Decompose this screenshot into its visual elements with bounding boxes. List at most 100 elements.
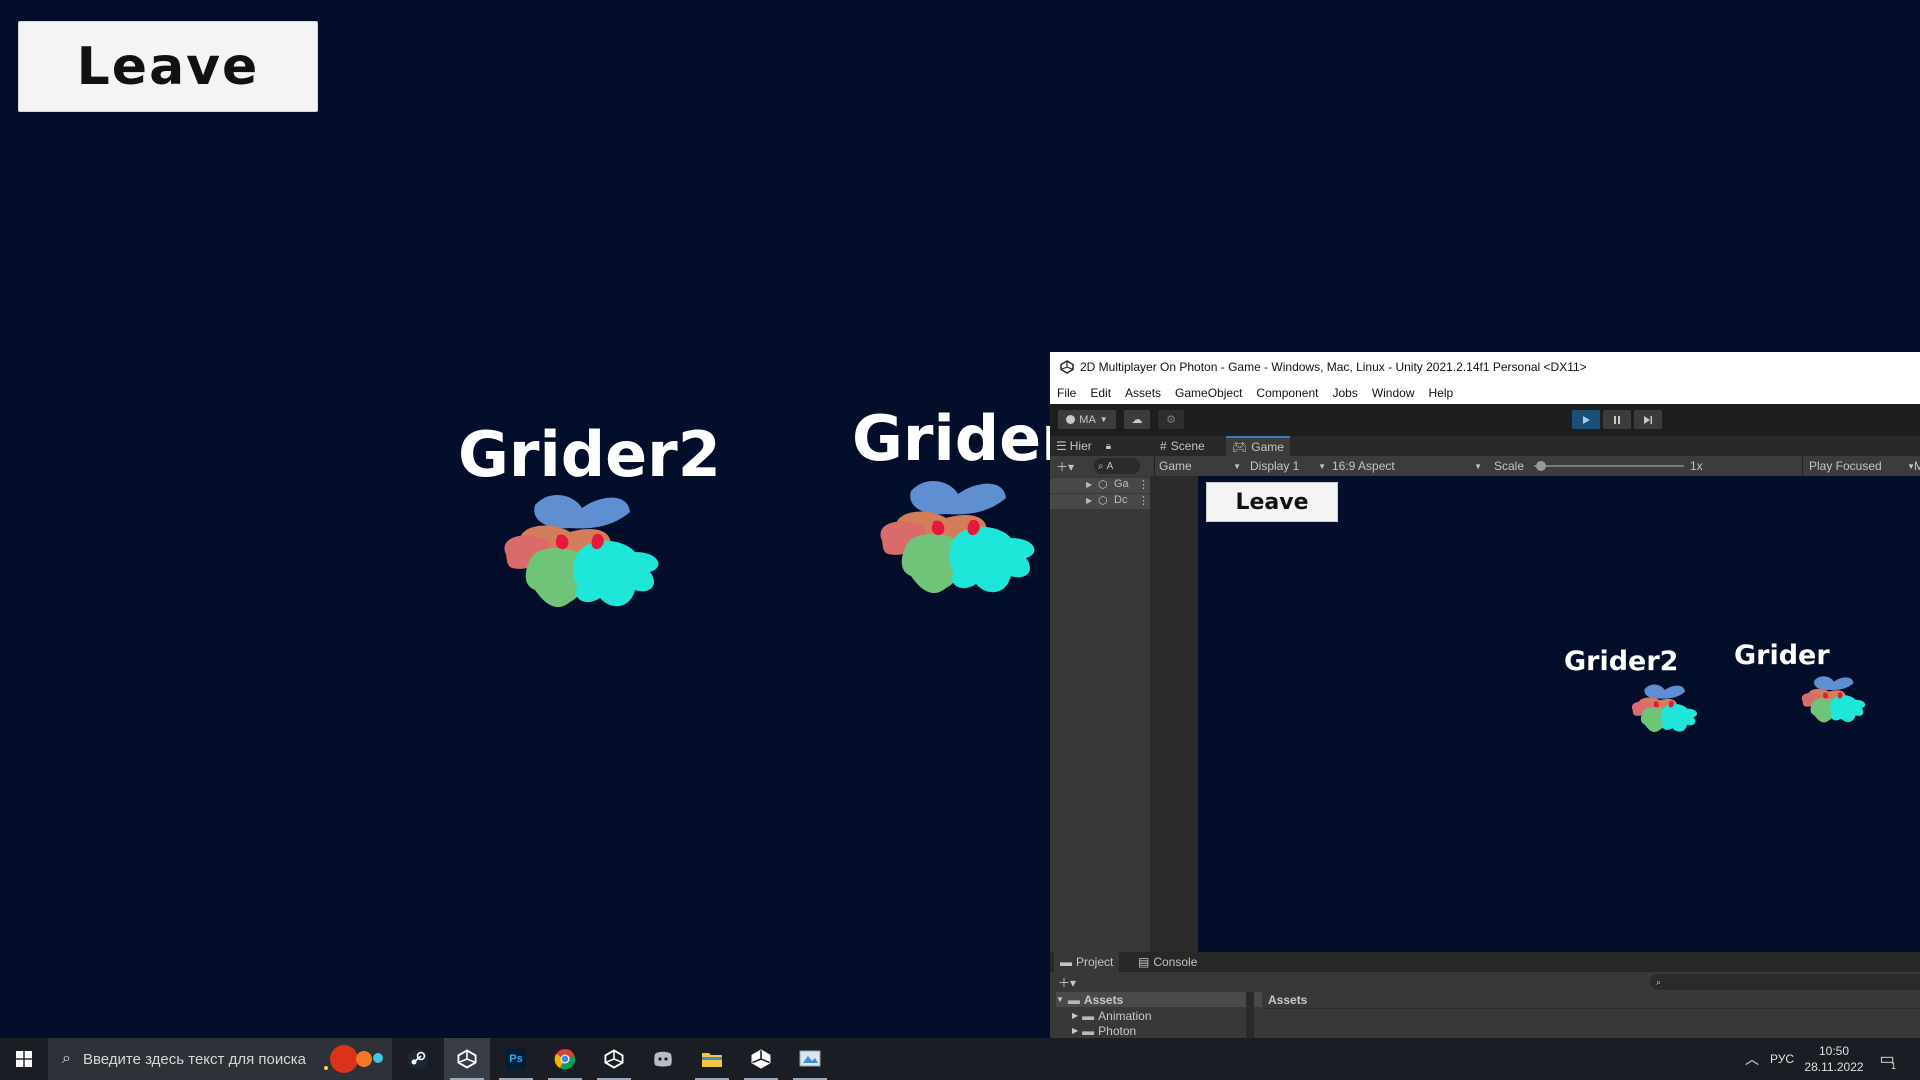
player-character-grider bbox=[880, 480, 1035, 594]
tab-hierarchy[interactable]: ☰ Hier 🔒︎ bbox=[1050, 436, 1152, 456]
game-mode-label: Game bbox=[1159, 459, 1192, 473]
more-icon[interactable]: ⋮ bbox=[1138, 478, 1149, 491]
game-mode-dropdown[interactable]: Game ▼ bbox=[1154, 456, 1247, 476]
pause-button[interactable] bbox=[1603, 410, 1631, 429]
account-icon bbox=[1066, 415, 1076, 424]
editor-tab-bar: ☰ Hier 🔒︎ # Scene 🎮︎ Game bbox=[1050, 436, 1920, 456]
photoshop-logo: Ps bbox=[506, 1049, 526, 1069]
account-label: MA bbox=[1079, 413, 1096, 426]
aspect-dropdown[interactable]: 16:9 Aspect ▼ bbox=[1332, 456, 1484, 476]
project-search-input[interactable]: ⌕ bbox=[1650, 974, 1920, 990]
step-button[interactable] bbox=[1634, 410, 1662, 429]
scale-label: Scale bbox=[1494, 459, 1525, 473]
scale-slider-thumb[interactable] bbox=[1536, 461, 1546, 471]
tab-scene-label: Scene bbox=[1170, 439, 1205, 453]
menu-jobs[interactable]: Jobs bbox=[1332, 386, 1357, 400]
unity-logo-icon bbox=[1060, 360, 1074, 374]
console-icon: ▤ bbox=[1138, 955, 1150, 969]
scale-value: 1x bbox=[1690, 459, 1703, 473]
discord-logo-icon bbox=[654, 1051, 672, 1067]
play-focused-dropdown[interactable]: Play Focused ▼ bbox=[1802, 456, 1917, 476]
menu-help[interactable]: Help bbox=[1429, 386, 1454, 400]
unity-cube-icon bbox=[457, 1049, 477, 1069]
scale-slider[interactable] bbox=[1534, 456, 1684, 476]
menu-gameobject[interactable]: GameObject bbox=[1175, 386, 1242, 400]
clock-time: 10:50 bbox=[1818, 1044, 1850, 1058]
hierarchy-row-label: Dc bbox=[1114, 494, 1128, 506]
menu-component[interactable]: Component bbox=[1256, 386, 1318, 400]
steam-icon[interactable] bbox=[395, 1038, 441, 1080]
assets-breadcrumb[interactable]: Assets bbox=[1262, 992, 1920, 1009]
clock[interactable]: 10:50 28.11.2022 bbox=[1804, 1038, 1864, 1080]
cloud-icon: ☁ bbox=[1131, 414, 1143, 426]
windows-logo-icon bbox=[15, 1051, 32, 1067]
account-dropdown[interactable]: MA ▼ bbox=[1058, 410, 1116, 429]
tab-hierarchy-label: Hier bbox=[1069, 439, 1092, 453]
taskbar: ⌕ Введите здесь текст для поиска Ps ︿ РУ… bbox=[0, 1038, 1920, 1080]
scene-icon: ⬡ bbox=[1098, 495, 1108, 507]
game-view-toolbar: ＋▾ ⌕ A Game ▼ Display 1 ▼ 16:9 Aspect ▼ … bbox=[1050, 456, 1920, 476]
folder-icon: ▬ bbox=[1082, 1023, 1095, 1038]
language-indicator[interactable]: РУС bbox=[1770, 1038, 1794, 1080]
menu-file[interactable]: File bbox=[1057, 386, 1076, 400]
paint-icon[interactable] bbox=[787, 1038, 833, 1080]
expand-arrow-icon[interactable]: ▼ bbox=[1056, 995, 1064, 1004]
chevron-down-icon: ▼ bbox=[1318, 461, 1326, 471]
expand-arrow-icon[interactable]: ▶ bbox=[1072, 1011, 1078, 1020]
unity-icon[interactable] bbox=[738, 1038, 784, 1080]
window-titlebar[interactable]: 2D Multiplayer On Photon - Game - Window… bbox=[1050, 352, 1920, 382]
menu-window[interactable]: Window bbox=[1372, 386, 1415, 400]
add-button[interactable]: ＋▾ bbox=[1056, 456, 1080, 476]
file-explorer-icon[interactable] bbox=[689, 1038, 735, 1080]
tab-project[interactable]: ▬ Project bbox=[1054, 952, 1120, 972]
start-button[interactable] bbox=[0, 1038, 47, 1080]
hierarchy-row[interactable]: ▶ ⬡ Ga ⋮ bbox=[1050, 478, 1150, 493]
leave-button[interactable]: Leave bbox=[18, 21, 318, 112]
scale-slider-track bbox=[1534, 465, 1684, 467]
hierarchy-row[interactable]: ▶ ⬡ Dc ⋮ bbox=[1050, 494, 1150, 509]
project-add-button[interactable]: ＋▾ bbox=[1058, 974, 1076, 990]
cloud-button[interactable]: ☁ bbox=[1124, 410, 1150, 429]
menu-assets[interactable]: Assets bbox=[1125, 386, 1161, 400]
taskbar-search-box[interactable]: ⌕ Введите здесь текст для поиска bbox=[48, 1038, 392, 1080]
discord-icon[interactable] bbox=[640, 1038, 686, 1080]
search-placeholder: A bbox=[1106, 460, 1114, 472]
player-character-grider-small bbox=[1801, 676, 1866, 723]
project-tree-item[interactable]: ▶ ▬ Animation bbox=[1072, 1008, 1152, 1023]
play-focused-label: Play Focused bbox=[1809, 459, 1882, 473]
display-dropdown[interactable]: Display 1 ▼ bbox=[1250, 456, 1328, 476]
photoshop-icon[interactable]: Ps bbox=[493, 1038, 539, 1080]
play-button[interactable] bbox=[1572, 410, 1600, 429]
menu-edit[interactable]: Edit bbox=[1090, 386, 1111, 400]
collab-button[interactable]: ⚙ bbox=[1158, 410, 1184, 429]
tray-overflow-button[interactable]: ︿ bbox=[1742, 1038, 1762, 1080]
unity-hub-icon[interactable] bbox=[444, 1038, 490, 1080]
steam-icon-glyph bbox=[408, 1049, 428, 1069]
tab-scene[interactable]: # Scene bbox=[1154, 436, 1211, 456]
display-label: Display 1 bbox=[1250, 459, 1300, 473]
project-tree-root[interactable]: ▼ ▬ Assets bbox=[1056, 992, 1262, 1007]
chrome-icon[interactable] bbox=[542, 1038, 588, 1080]
folder-icon bbox=[702, 1053, 722, 1067]
hierarchy-panel: ▶ ⬡ Ga ⋮ ▶ ⬡ Dc ⋮ bbox=[1050, 476, 1150, 952]
unity-icon[interactable] bbox=[591, 1038, 637, 1080]
notification-center-button[interactable]: ▭ 1 bbox=[1872, 1038, 1902, 1080]
more-icon[interactable]: ⋮ bbox=[1138, 494, 1149, 507]
menu-bar: File Edit Assets GameObject Component Jo… bbox=[1050, 382, 1920, 404]
scene-icon: ⬡ bbox=[1098, 479, 1108, 491]
expand-arrow-icon[interactable]: ▶ bbox=[1072, 1026, 1078, 1035]
tab-console[interactable]: ▤ Console bbox=[1132, 952, 1203, 972]
project-scrollbar[interactable] bbox=[1246, 992, 1254, 1038]
taskbar-search-placeholder: Введите здесь текст для поиска bbox=[82, 1050, 306, 1068]
leave-button-small[interactable]: Leave bbox=[1206, 482, 1338, 522]
main-toolbar: MA ▼ ☁ ⚙ bbox=[1050, 404, 1920, 436]
player-character-grider2 bbox=[504, 494, 659, 608]
folder-icon: ▬ bbox=[1060, 955, 1072, 969]
expand-arrow-icon[interactable]: ▶ bbox=[1086, 480, 1092, 489]
expand-arrow-icon[interactable]: ▶ bbox=[1086, 496, 1092, 505]
overflow-label[interactable]: M bbox=[1914, 456, 1920, 476]
hierarchy-search-input[interactable]: ⌕ A bbox=[1094, 458, 1140, 474]
project-tree-item[interactable]: ▶ ▬ Photon bbox=[1072, 1023, 1136, 1038]
tab-game[interactable]: 🎮︎ Game bbox=[1226, 436, 1290, 456]
project-tree-item-label: Animation bbox=[1098, 1008, 1152, 1023]
